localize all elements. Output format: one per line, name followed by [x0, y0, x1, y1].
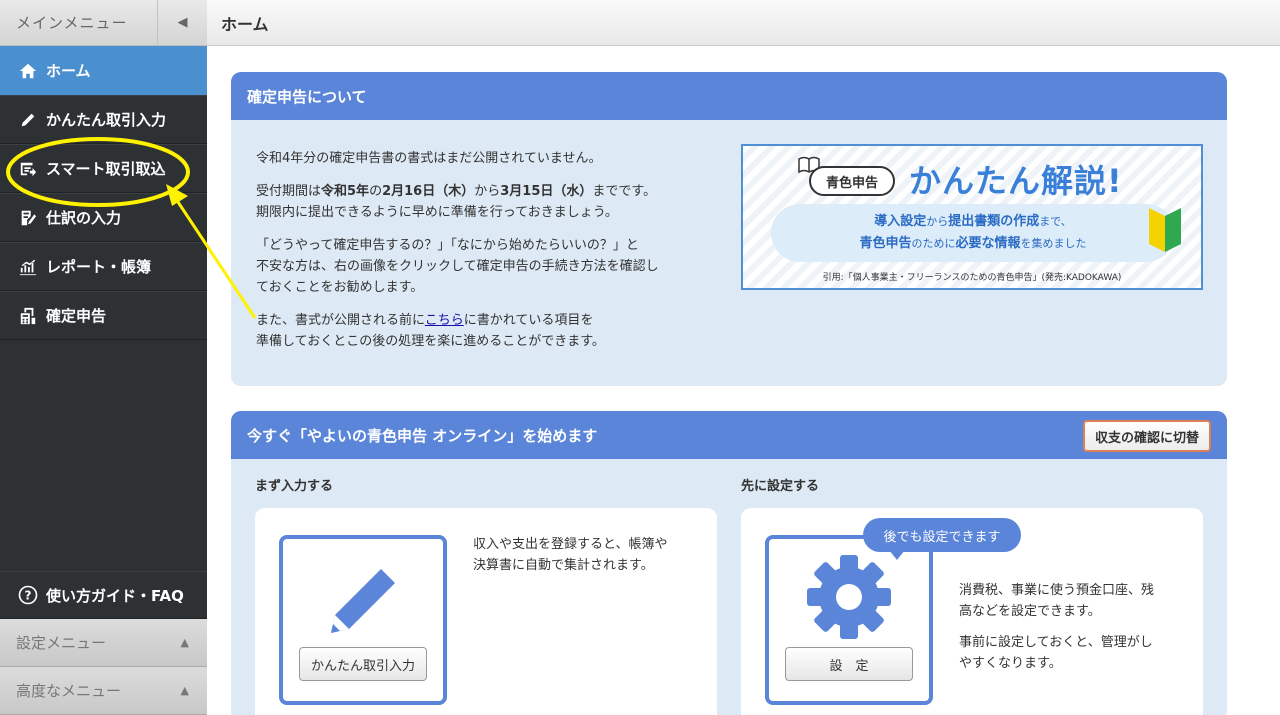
sidebar-item-reports[interactable]: レポート・帳簿: [0, 242, 207, 291]
text: まで、: [1039, 215, 1072, 228]
triangle-up-icon: ▲: [180, 684, 189, 697]
banner-tag: 青色申告: [809, 166, 895, 196]
info-paragraph: 受付期間は令和5年の2月16日（木）から3月15日（水）までです。 期限内に提出…: [256, 181, 726, 223]
question-circle-icon: ?: [18, 585, 38, 605]
setup-first-panel: 後でも設定できます 設 定 消費税、事業に使う預金口座、残 高などを設定できます…: [741, 508, 1203, 715]
settings-menu-label: 設定メニュー: [16, 634, 107, 652]
info-paragraph: また、書式が公開される前にこちらに書かれている項目を 準備しておくとこの後の処理…: [256, 310, 726, 352]
info-paragraph: 令和4年分の確定申告書の書式はまだ公開されていません。: [256, 151, 602, 166]
text: までです。: [592, 184, 657, 199]
beginner-mark-icon: [1149, 208, 1181, 252]
guide-faq-link[interactable]: ? 使い方ガイド・FAQ: [0, 571, 207, 619]
settings-tile[interactable]: 設 定: [765, 535, 933, 705]
sidebar-item-label: かんたん取引入力: [46, 111, 167, 129]
collapse-sidebar-button[interactable]: ◀: [157, 0, 207, 45]
svg-text:?: ?: [25, 589, 32, 603]
enter-first-heading: まず入力する: [255, 479, 334, 494]
sidebar-item-smart-import[interactable]: スマート取引取込: [0, 144, 207, 193]
enter-first-description: 収入や支出を登録すると、帳簿や 決算書に自動で集計されます。: [473, 534, 667, 576]
easy-entry-tile[interactable]: かんたん取引入力: [279, 535, 447, 705]
setup-first-description: 消費税、事業に使う預金口座、残 高などを設定できます。 事前に設定しておくと、管理…: [959, 580, 1154, 684]
text: 提出書類の作成: [948, 214, 1040, 229]
pencil-icon: [18, 110, 38, 130]
text: 高などを設定できます。: [959, 604, 1101, 619]
report-chart-icon: [18, 257, 38, 277]
info-text: 令和4年分の確定申告書の書式はまだ公開されていません。 受付期間は令和5年の2月…: [256, 148, 726, 364]
text: 必要な情報: [955, 236, 1021, 251]
triangle-left-icon: ◀: [177, 15, 188, 30]
sidebar-item-easy-entry[interactable]: かんたん取引入力: [0, 95, 207, 144]
text: 受付期間は: [256, 184, 322, 199]
guide-faq-label: 使い方ガイド・FAQ: [46, 586, 184, 605]
text: 不安な方は、右の画像をクリックして確定申告の手続き方法を確認し: [256, 259, 659, 274]
text: 青色申告: [859, 236, 912, 251]
text: の: [369, 184, 383, 199]
text: のために: [911, 237, 956, 250]
here-link[interactable]: こちら: [425, 313, 464, 328]
settings-menu-toggle[interactable]: 設定メニュー ▲: [0, 619, 207, 667]
text: 決算書に自動で集計されます。: [473, 558, 654, 573]
page-title: ホーム: [221, 14, 269, 34]
text-bold: 3月15日（水）: [500, 184, 593, 199]
card-header: 確定申告について: [231, 72, 1227, 120]
advanced-menu-label: 高度なメニュー: [16, 682, 122, 700]
text: 導入設定: [874, 214, 927, 229]
desc-paragraph: 消費税、事業に使う預金口座、残 高などを設定できます。: [959, 580, 1154, 622]
text-bold: 令和5年: [321, 184, 370, 199]
tax-return-info-card: 確定申告について 令和4年分の確定申告書の書式はまだ公開されていません。 受付期…: [231, 72, 1227, 386]
sidebar-item-label: レポート・帳簿: [46, 258, 152, 276]
text: ておくことをお勧めします。: [256, 280, 424, 295]
calculator-icon: [18, 306, 38, 326]
text: 事前に設定しておくと、管理がし: [959, 635, 1153, 650]
text: を集めました: [1020, 237, 1087, 250]
sidebar-item-home[interactable]: ホーム: [0, 46, 207, 95]
banner-title: かんたん解説!: [909, 162, 1123, 200]
sidebar: メインメニュー ◀ ホーム かんたん取引入力 スマート取引取込 仕訳の入力 レポ…: [0, 0, 207, 715]
sidebar-item-label: 仕訳の入力: [46, 209, 122, 227]
text: 準備しておくとこの後の処理を楽に進めることができます。: [256, 334, 605, 349]
info-paragraph: 「どうやって確定申告するの？」「なにから始めたらいいの？」と 不安な方は、右の画…: [256, 235, 726, 298]
sidebar-title: メインメニュー: [16, 14, 128, 32]
text-bold: 2月16日（木）: [382, 184, 475, 199]
text: また、書式が公開される前に: [256, 313, 425, 328]
banner-citation: 引用:「個人事業主・フリーランスのための青色申告」(発売:KADOKAWA): [822, 273, 1122, 283]
card-header: 今すぐ「やよいの青色申告 オンライン」を始めます 収支の確認に切替: [231, 411, 1227, 459]
start-yayoi-card: 今すぐ「やよいの青色申告 オンライン」を始めます 収支の確認に切替 まず入力する…: [231, 411, 1227, 715]
text: 消費税、事業に使う預金口座、残: [959, 583, 1155, 598]
sidebar-header: メインメニュー ◀: [0, 0, 207, 46]
desc-paragraph: 事前に設定しておくと、管理がし やすくなります。: [959, 632, 1154, 674]
sidebar-item-tax-return[interactable]: 確定申告: [0, 291, 207, 340]
banner-description: 導入設定から提出書類の作成まで、 青色申告のために必要な情報を集めました: [771, 204, 1175, 262]
easy-entry-button[interactable]: かんたん取引入力: [299, 647, 427, 681]
gear-icon: [807, 555, 891, 639]
home-icon: [18, 61, 38, 81]
import-icon: [18, 159, 38, 179]
text: から: [474, 184, 501, 199]
text: に書かれている項目を: [463, 313, 594, 328]
banner-line: 導入設定から提出書類の作成まで、: [874, 211, 1072, 233]
text: 収入や支出を登録すると、帳簿や: [473, 537, 668, 552]
enter-first-panel: かんたん取引入力 収入や支出を登録すると、帳簿や 決算書に自動で集計されます。: [255, 508, 717, 715]
setup-later-tooltip: 後でも設定できます: [863, 518, 1021, 560]
text: やすくなります。: [959, 656, 1062, 671]
text: 「どうやって確定申告するの？」「なにから始めたらいいの？」と: [256, 238, 639, 253]
sidebar-item-label: スマート取引取込: [46, 160, 166, 178]
card-title: 確定申告について: [247, 87, 367, 106]
journal-icon: [18, 208, 38, 228]
switch-to-balance-button[interactable]: 収支の確認に切替: [1082, 420, 1211, 452]
blue-return-guide-banner[interactable]: 青色申告 かんたん解説! 導入設定から提出書類の作成まで、 青色申告のために必要…: [741, 144, 1203, 290]
settings-button[interactable]: 設 定: [785, 647, 913, 681]
triangle-up-icon: ▲: [180, 636, 189, 649]
sidebar-item-journal[interactable]: 仕訳の入力: [0, 193, 207, 242]
advanced-menu-toggle[interactable]: 高度なメニュー ▲: [0, 667, 207, 715]
text: から: [926, 215, 949, 228]
banner-line: 青色申告のために必要な情報を集めました: [859, 233, 1086, 255]
card-title: 今すぐ「やよいの青色申告 オンライン」を始めます: [247, 426, 598, 445]
setup-first-heading: 先に設定する: [741, 479, 820, 494]
text: 期限内に提出できるように早めに準備を行っておきましょう。: [256, 205, 618, 220]
sidebar-item-label: 確定申告: [46, 307, 107, 325]
sidebar-item-label: ホーム: [46, 62, 91, 80]
pencil-icon: [331, 569, 395, 633]
page-header: ホーム: [207, 0, 1280, 46]
